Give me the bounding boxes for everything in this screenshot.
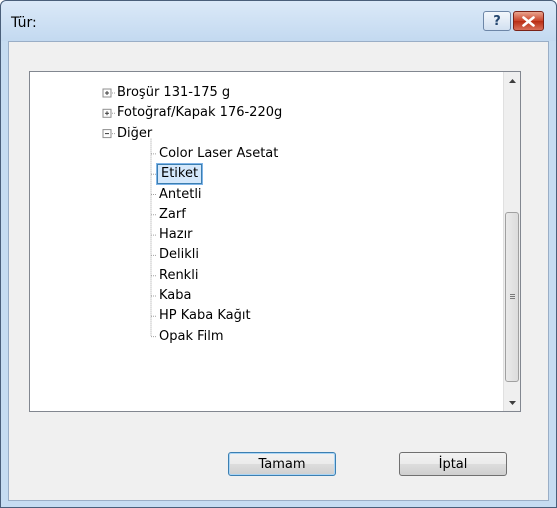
expand-toggle-icon[interactable]: [102, 108, 112, 118]
paper-type-tree[interactable]: Broşür 131-175 g Fotoğraf/Kapak 176-220g D…: [29, 71, 521, 412]
scroll-grip-line: [510, 296, 515, 297]
close-icon: [522, 15, 535, 27]
dialog-title: Tür:: [11, 15, 37, 31]
scroll-down-button[interactable]: [504, 394, 521, 411]
scroll-thumb[interactable]: [505, 212, 519, 382]
tree-item[interactable]: Kaba: [157, 287, 193, 305]
expand-toggle-icon[interactable]: [102, 88, 112, 98]
tree-item[interactable]: Zarf: [157, 206, 188, 224]
tree-item-selected[interactable]: Etiket: [155, 163, 204, 186]
vertical-scrollbar[interactable]: [503, 72, 520, 411]
tree-item[interactable]: Color Laser Asetat: [157, 145, 280, 163]
scroll-grip-line: [510, 294, 515, 295]
collapse-toggle-icon[interactable]: [102, 129, 112, 139]
tree-item[interactable]: Hazır: [157, 226, 195, 244]
tree-item[interactable]: Delikli: [157, 246, 201, 264]
scroll-down-arrow-icon: [509, 400, 516, 405]
scroll-up-button[interactable]: [504, 72, 521, 89]
tree-group-item[interactable]: Diğer: [115, 125, 154, 143]
tree-item[interactable]: Renkli: [157, 267, 200, 285]
dialog-body: Broşür 131-175 g Fotoğraf/Kapak 176-220g D…: [8, 41, 549, 501]
ok-button[interactable]: Tamam: [228, 452, 336, 476]
tree-group-item[interactable]: Broşür 131-175 g: [115, 84, 232, 102]
scroll-up-arrow-icon: [509, 78, 516, 83]
close-button[interactable]: [513, 11, 544, 31]
tree-connector-lines: [102, 88, 157, 338]
dialog-window: Tür: ? Broşür 131-175 g Fotoğraf/Kapak 1…: [0, 0, 557, 508]
tree-item[interactable]: Opak Film: [157, 328, 226, 346]
tree-item[interactable]: HP Kaba Kağıt: [157, 307, 253, 325]
title-bar[interactable]: Tür: ?: [1, 1, 556, 41]
help-icon: ?: [493, 13, 501, 29]
help-button[interactable]: ?: [483, 11, 511, 31]
cancel-button[interactable]: İptal: [399, 452, 507, 476]
tree-item[interactable]: Antetli: [157, 186, 204, 204]
scroll-grip-line: [510, 298, 515, 299]
tree-group-item[interactable]: Fotoğraf/Kapak 176-220g: [115, 104, 284, 122]
